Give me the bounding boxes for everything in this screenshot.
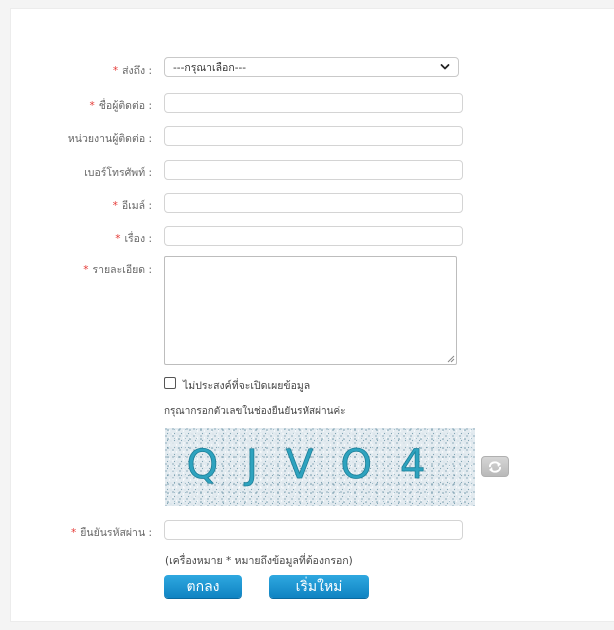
captcha-confirm-label: * ยืนยันรหัสผ่าน : <box>71 527 152 539</box>
required-marker: * <box>112 65 119 77</box>
captcha-noise: QJVO4 <box>165 428 475 506</box>
send-to-select[interactable]: ---กรุณาเลือก--- <box>164 57 459 77</box>
send-to-selected-value: ---กรุณาเลือก--- <box>173 61 247 74</box>
send-to-label: * ส่งถึง : <box>112 65 152 77</box>
resize-grip-icon[interactable] <box>446 354 455 363</box>
subject-label: * เรื่อง : <box>115 233 152 245</box>
submit-button[interactable]: ตกลง <box>164 575 242 598</box>
hide-identity-label: ไม่ประสงค์ที่จะเปิดเผยข้อมูล <box>183 380 311 392</box>
subject-input[interactable] <box>164 226 463 246</box>
captcha-text: QJVO4 <box>187 442 454 488</box>
captcha-confirm-input[interactable] <box>164 520 463 540</box>
contact-agency-input[interactable] <box>164 126 463 146</box>
required-note: (เครื่องหมาย * หมายถึงข้อมูลที่ต้องกรอก) <box>165 555 353 567</box>
contact-agency-label: หน่วยงานผู้ติดต่อ : <box>67 133 152 145</box>
details-label: * รายละเอียด : <box>83 264 152 276</box>
captcha-image: QJVO4 <box>165 428 475 506</box>
captcha-instruction: กรุณากรอกตัวเลขในช่องยืนยันรหัสผ่านค่ะ <box>164 406 346 417</box>
details-textarea[interactable] <box>164 256 457 365</box>
chevron-down-icon <box>440 64 450 70</box>
refresh-icon <box>488 460 502 473</box>
reset-button[interactable]: เริ่มใหม่ <box>269 575 369 598</box>
contact-name-input[interactable] <box>164 93 463 113</box>
phone-input[interactable] <box>164 160 463 180</box>
contact-name-label: * ชื่อผู้ติดต่อ : <box>89 100 152 112</box>
email-label: * อีเมล์ : <box>112 200 152 212</box>
phone-label: เบอร์โทรศัพท์ : <box>84 167 152 179</box>
email-input[interactable] <box>164 193 463 213</box>
captcha-refresh-button[interactable] <box>481 456 509 477</box>
hide-identity-checkbox[interactable] <box>164 377 176 389</box>
